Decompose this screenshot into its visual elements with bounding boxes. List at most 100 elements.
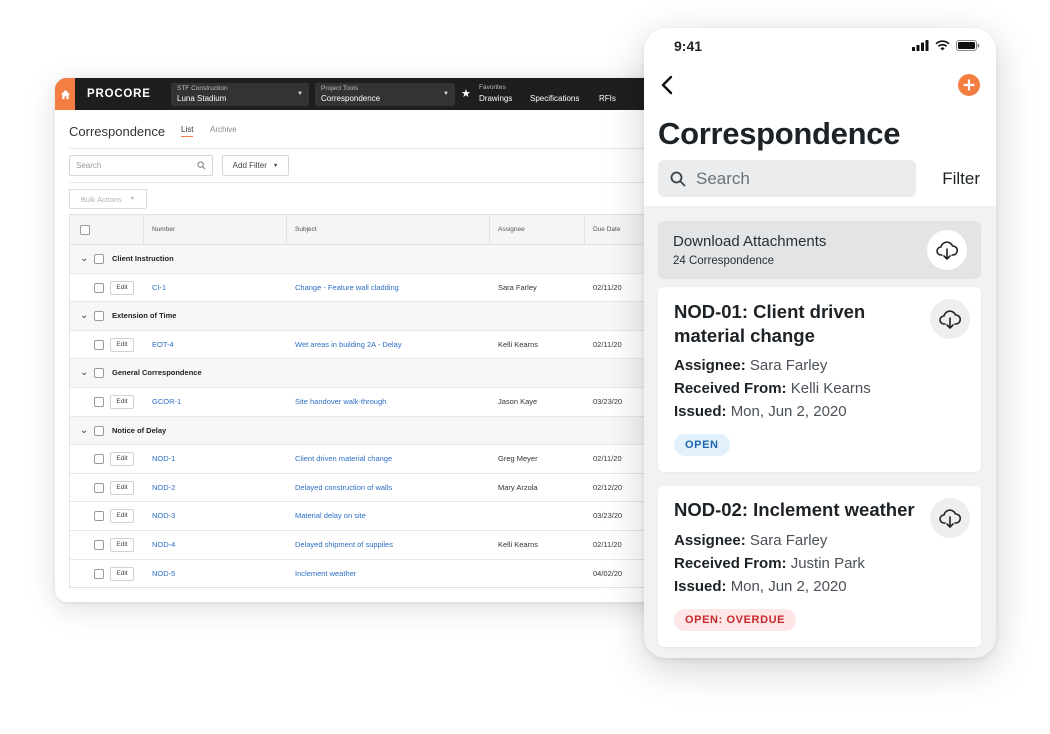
- row-number-link[interactable]: NOD-5: [152, 560, 175, 587]
- received-label: Received From:: [674, 555, 787, 572]
- column-header-assignee[interactable]: Assignee: [489, 215, 525, 245]
- chevron-down-icon[interactable]: ⌄: [80, 302, 88, 330]
- row-due-date: 02/11/20: [593, 282, 622, 292]
- table-row[interactable]: Edit CI-1 Change - Feature wall cladding Sa…: [70, 274, 685, 303]
- chevron-down-icon[interactable]: ⌄: [80, 359, 88, 387]
- card-assignee: Assignee: Sara Farley: [674, 532, 827, 549]
- edit-button[interactable]: Edit: [110, 395, 134, 409]
- project-tools-selector[interactable]: Project Tools Correspondence ▼: [315, 83, 455, 106]
- group-checkbox[interactable]: [94, 368, 104, 379]
- download-title: Download Attachments: [673, 233, 827, 250]
- assignee-label: Assignee:: [674, 532, 746, 549]
- row-assignee: Jason Kaye: [498, 397, 538, 406]
- nav-link-rfis[interactable]: RFIs: [599, 94, 616, 103]
- table-row[interactable]: Edit NOD-1 Client driven material change Gr…: [70, 445, 685, 474]
- card-download-button[interactable]: [930, 498, 970, 538]
- edit-button[interactable]: Edit: [110, 452, 134, 467]
- row-checkbox[interactable]: [94, 568, 104, 579]
- column-header-number[interactable]: Number: [143, 215, 175, 245]
- mobile-header: 9:41 Correspondence Search Filter: [644, 28, 996, 206]
- correspondence-card[interactable]: NOD-01: Client driven material change As…: [658, 287, 981, 472]
- battery-icon: [956, 40, 980, 51]
- row-due-date: 03/23/20: [593, 511, 623, 521]
- edit-button[interactable]: Edit: [110, 480, 134, 495]
- company-caption: STF Construction: [177, 85, 228, 92]
- row-number-link[interactable]: EOT-4: [152, 331, 174, 359]
- row-subject-link[interactable]: Delayed shipment of suppiles: [295, 531, 393, 559]
- row-checkbox[interactable]: [94, 397, 104, 407]
- assignee-label: Assignee:: [674, 357, 746, 374]
- chevron-down-icon[interactable]: ⌄: [80, 245, 88, 273]
- add-filter-label: Add Filter: [232, 161, 267, 170]
- table-row[interactable]: Edit EOT-4 Wet areas in building 2A - Dela…: [70, 331, 685, 360]
- group-row[interactable]: ⌄ General Correspondence: [70, 359, 685, 388]
- add-button[interactable]: [958, 74, 980, 96]
- select-all-checkbox[interactable]: [80, 225, 90, 235]
- row-number-link[interactable]: GCOR-1: [152, 388, 181, 416]
- group-checkbox[interactable]: [94, 254, 104, 264]
- row-checkbox[interactable]: [94, 339, 104, 350]
- bulk-actions-button[interactable]: Bulk Actions ▼: [69, 189, 147, 209]
- row-checkbox[interactable]: [94, 540, 104, 550]
- add-filter-button[interactable]: Add Filter ▼: [222, 155, 289, 176]
- row-number-link[interactable]: NOD-4: [152, 531, 175, 559]
- group-checkbox[interactable]: [94, 425, 104, 436]
- row-subject-link[interactable]: Site handover walk-through: [295, 388, 386, 416]
- tab-list[interactable]: List: [181, 125, 194, 137]
- card-download-button[interactable]: [930, 299, 970, 339]
- row-number-link[interactable]: NOD-1: [152, 445, 175, 473]
- chevron-left-icon: [661, 75, 673, 95]
- card-received-from: Received From: Kelli Kearns: [674, 380, 871, 397]
- mobile-search-input[interactable]: Search: [658, 160, 916, 197]
- group-row[interactable]: ⌄ Client Instruction: [70, 245, 685, 274]
- group-checkbox[interactable]: [94, 311, 104, 322]
- card-issued: Issued: Mon, Jun 2, 2020: [674, 403, 847, 420]
- table-row[interactable]: Edit NOD-2 Delayed construction of walls Ma…: [70, 474, 685, 503]
- edit-button[interactable]: Edit: [110, 538, 134, 552]
- column-header-subject[interactable]: Subject: [286, 215, 317, 245]
- table-row[interactable]: Edit GCOR-1 Site handover walk-through Jaso…: [70, 388, 685, 417]
- edit-button[interactable]: Edit: [110, 566, 134, 581]
- edit-button[interactable]: Edit: [110, 509, 134, 524]
- back-button[interactable]: [660, 74, 674, 101]
- filter-button[interactable]: Filter: [942, 169, 980, 189]
- company-value: Luna Stadium: [177, 94, 227, 103]
- row-due-date: 02/11/20: [593, 540, 622, 549]
- correspondence-card[interactable]: NOD-02: Inclement weather Assignee: Sara…: [658, 486, 981, 647]
- chevron-down-icon[interactable]: ⌄: [80, 417, 88, 445]
- group-row[interactable]: ⌄ Extension of Time: [70, 302, 685, 331]
- table-row[interactable]: Edit NOD-3 Material delay on site 03/23/20: [70, 502, 685, 531]
- row-subject-link[interactable]: Change - Feature wall cladding: [295, 274, 399, 302]
- table-row[interactable]: Edit NOD-5 Inclement weather 04/02/20: [70, 560, 685, 587]
- nav-link-specifications[interactable]: Specifications: [530, 94, 579, 103]
- row-subject-link[interactable]: Client driven material change: [295, 445, 392, 473]
- search-input[interactable]: Search: [69, 155, 213, 176]
- status-badge: OPEN: OVERDUE: [674, 609, 797, 631]
- group-row[interactable]: ⌄ Notice of Delay: [70, 416, 685, 446]
- row-subject-link[interactable]: Inclement weather: [295, 560, 356, 587]
- row-number-link[interactable]: NOD-3: [152, 502, 175, 530]
- row-subject-link[interactable]: Wet areas in building 2A - Delay: [295, 331, 402, 359]
- row-checkbox[interactable]: [94, 282, 104, 293]
- tools-caption: Project Tools: [321, 85, 359, 92]
- row-checkbox[interactable]: [94, 511, 104, 522]
- table-row[interactable]: Edit NOD-4 Delayed shipment of suppiles Kel…: [70, 531, 685, 560]
- row-checkbox[interactable]: [94, 454, 104, 465]
- edit-button[interactable]: Edit: [110, 337, 134, 352]
- home-button[interactable]: [55, 78, 75, 110]
- correspondence-table: Number Subject Assignee Due Date ⌄ Client…: [69, 214, 685, 588]
- row-subject-link[interactable]: Delayed construction of walls: [295, 474, 392, 502]
- issued-value: Mon, Jun 2, 2020: [730, 403, 847, 420]
- row-checkbox[interactable]: [94, 482, 104, 493]
- row-number-link[interactable]: CI-1: [152, 274, 166, 302]
- download-attachments-card[interactable]: Download Attachments 24 Correspondence: [658, 221, 981, 279]
- search-placeholder: Search: [76, 161, 102, 170]
- company-selector[interactable]: STF Construction Luna Stadium ▼: [171, 83, 309, 106]
- row-subject-link[interactable]: Material delay on site: [295, 502, 366, 530]
- row-due-date: 04/02/20: [593, 568, 623, 578]
- row-number-link[interactable]: NOD-2: [152, 474, 175, 502]
- edit-button[interactable]: Edit: [110, 280, 134, 295]
- download-all-button[interactable]: [927, 230, 967, 270]
- tab-archive[interactable]: Archive: [210, 125, 237, 134]
- column-header-due-date[interactable]: Due Date: [584, 215, 620, 245]
